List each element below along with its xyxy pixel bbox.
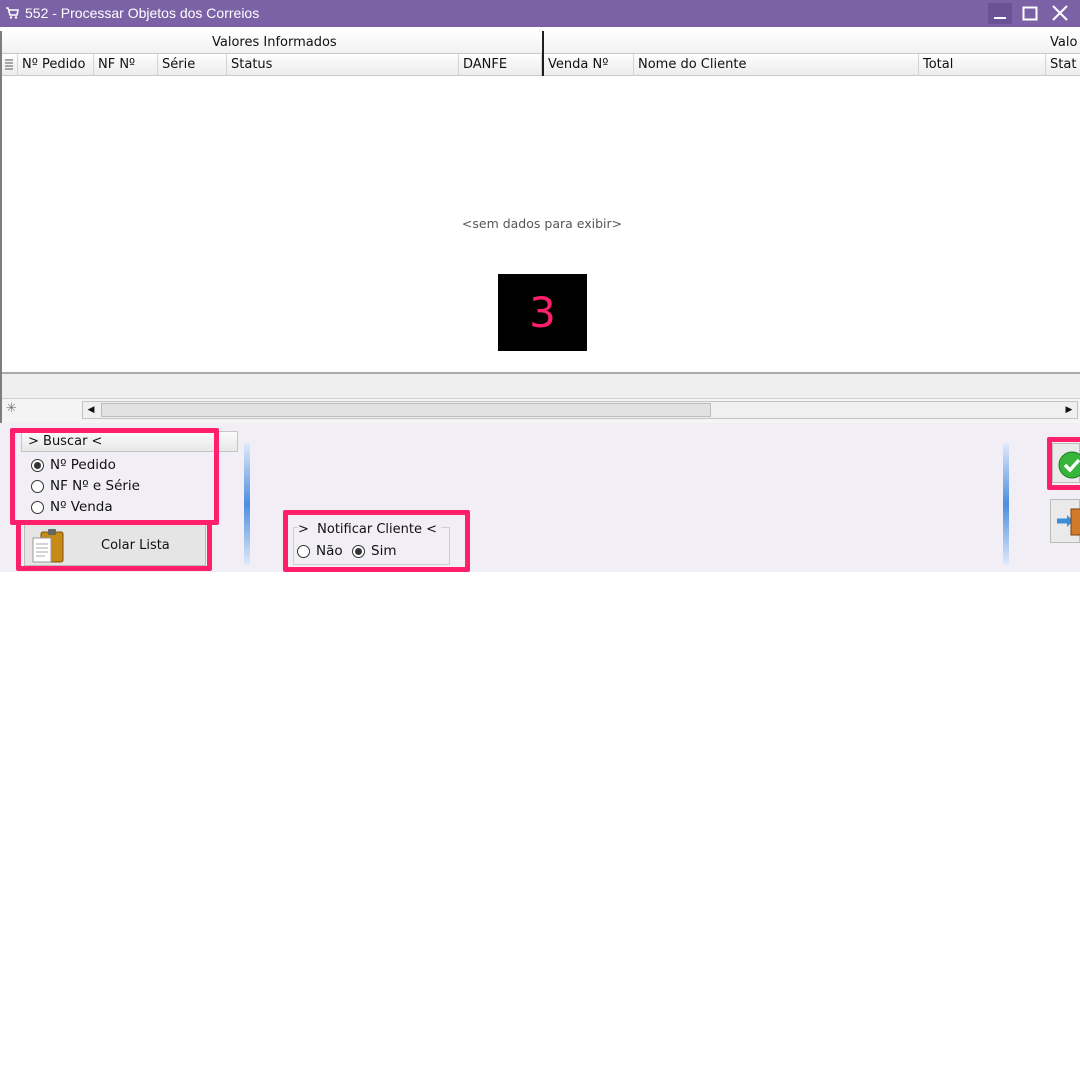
empty-message: <sem dados para exibir> (461, 216, 623, 231)
highlight-confirm (1047, 437, 1080, 490)
maximize-button[interactable] (1018, 3, 1042, 24)
exit-door-icon (1057, 508, 1080, 536)
splitter-bar (244, 443, 250, 565)
column-header-serie[interactable]: Série (158, 54, 227, 75)
minimize-button[interactable] (988, 3, 1012, 24)
scroll-thumb[interactable] (101, 403, 711, 417)
column-header-pedido[interactable]: Nº Pedido (18, 54, 94, 75)
scroll-right-icon[interactable]: ▶ (1061, 402, 1077, 418)
column-header-venda[interactable]: Venda Nº (544, 54, 634, 75)
band-separator (542, 31, 544, 76)
asterisk-icon: ✳ (6, 401, 17, 416)
column-header-total[interactable]: Total (919, 54, 1046, 75)
scroll-left-icon[interactable]: ◀ (83, 402, 99, 418)
data-grid[interactable]: Valores Informados Valo Nº Pedido NF Nº … (0, 31, 1080, 423)
step-number-overlay: 3 (498, 274, 587, 351)
close-button[interactable] (1048, 3, 1072, 24)
band-corner (2, 31, 16, 54)
splitter-bar-right (1003, 443, 1009, 565)
options-panel: > Buscar < Nº Pedido NF Nº e Série Nº Ve… (0, 423, 1080, 572)
minimize-icon (994, 17, 1006, 19)
highlight-notify (283, 510, 470, 572)
column-header-danfe[interactable]: DANFE (459, 54, 542, 75)
column-header-row: Nº Pedido NF Nº Série Status DANFE Venda… (2, 54, 1080, 76)
band-label: Valores Informados (212, 35, 337, 50)
new-row[interactable]: ✳ ◀ ▶ (2, 398, 1080, 423)
window-title: 552 - Processar Objetos dos Correios (25, 5, 260, 21)
column-header-cliente[interactable]: Nome do Cliente (634, 54, 919, 75)
highlight-paste (16, 520, 212, 571)
grid-footer (2, 372, 1080, 400)
horizontal-scrollbar[interactable]: ◀ ▶ (82, 401, 1078, 419)
band-valores-informados: Valores Informados (16, 31, 542, 54)
cart-icon (6, 7, 19, 19)
column-header-stat[interactable]: Stat (1046, 54, 1080, 75)
highlight-buscar (10, 428, 219, 525)
column-header-status[interactable]: Status (227, 54, 459, 75)
maximize-icon (1022, 6, 1038, 21)
column-header-nf[interactable]: NF Nº (94, 54, 158, 75)
title-bar: 552 - Processar Objetos dos Correios (0, 0, 1080, 27)
band-valores-2: Valo (544, 31, 1080, 54)
exit-button[interactable] (1050, 499, 1080, 543)
column-chooser-icon[interactable] (2, 54, 18, 75)
close-icon (1052, 5, 1068, 21)
band-label: Valo (1050, 35, 1078, 50)
